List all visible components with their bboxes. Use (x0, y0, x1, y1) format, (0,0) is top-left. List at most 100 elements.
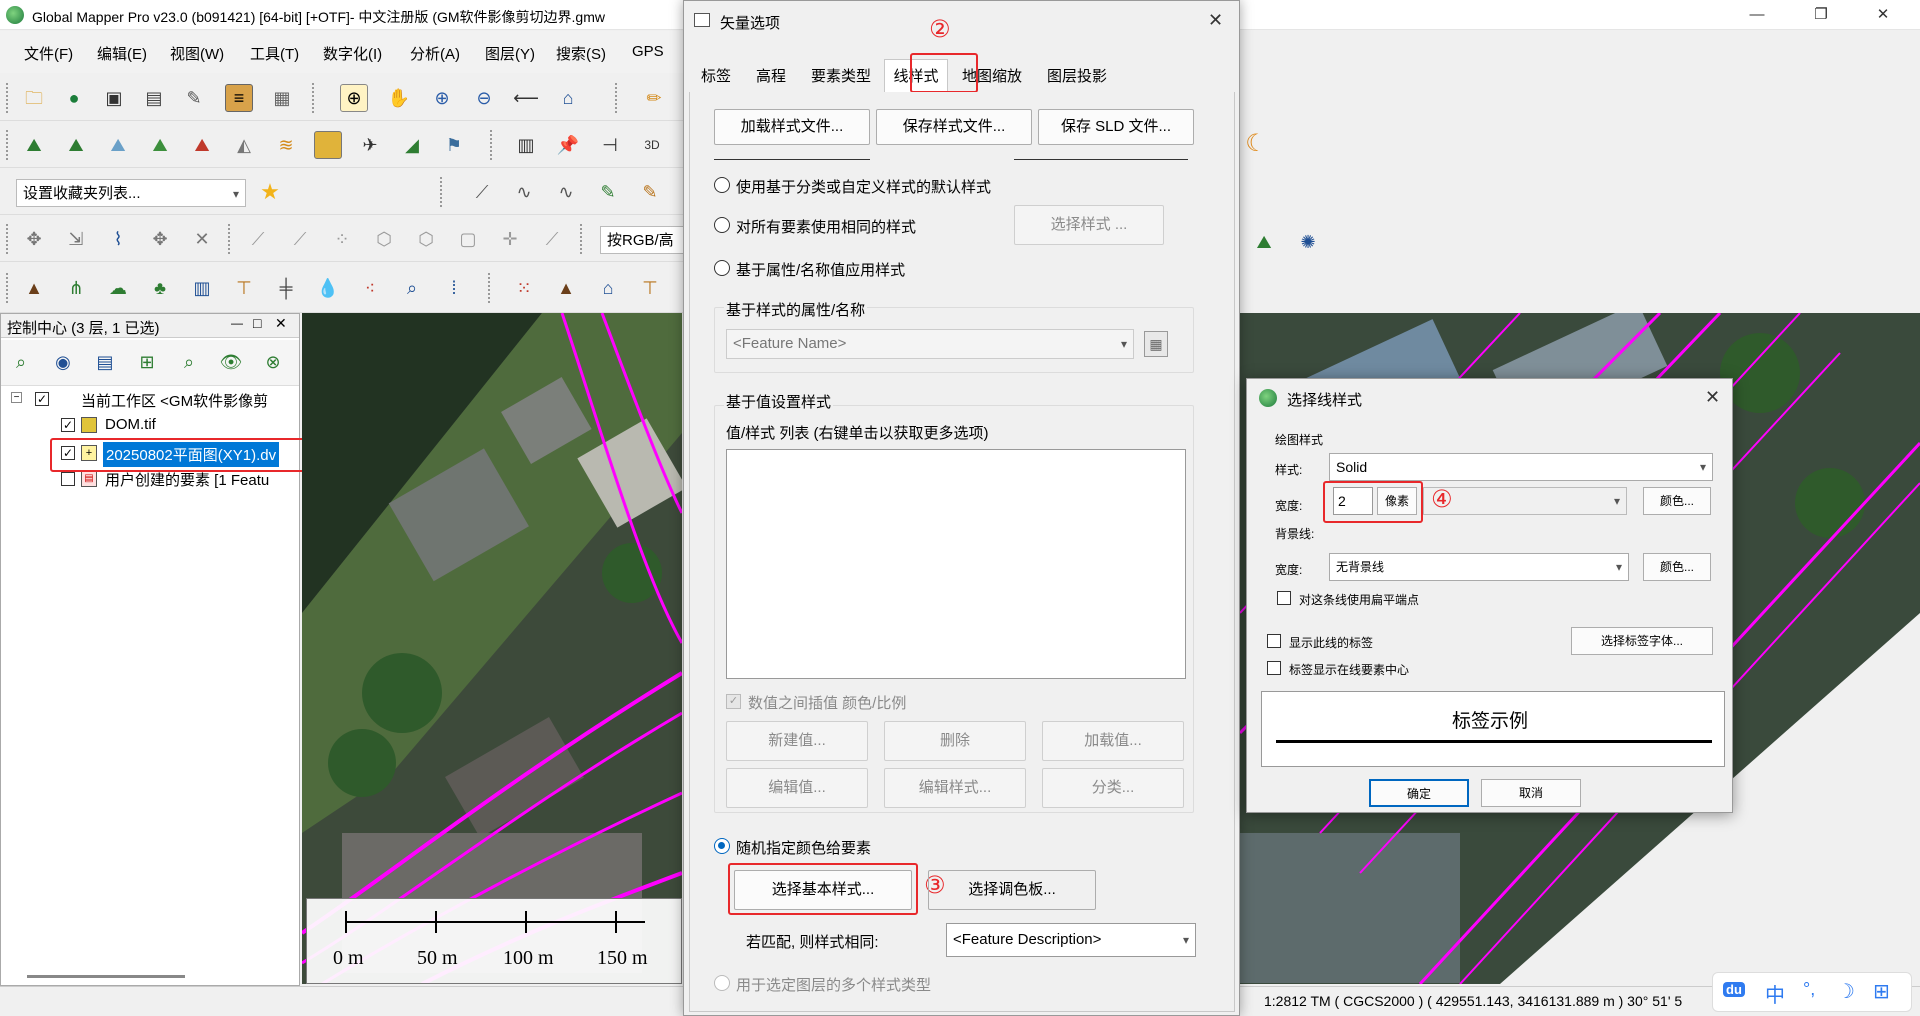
save-style-file-button[interactable]: 保存样式文件... (876, 109, 1032, 145)
user-features-checkbox[interactable] (61, 472, 75, 486)
network-icon[interactable]: ✺ (1294, 228, 1322, 256)
ime-chinese-mode[interactable]: 中 (1765, 979, 1785, 1008)
overlay-icon[interactable]: ▦ (268, 84, 296, 112)
map-view[interactable]: 0 m 50 m 100 m 150 m (302, 313, 682, 984)
crosshair-icon[interactable]: ✛ (496, 225, 524, 253)
grass-icon[interactable]: ⋔ (62, 274, 90, 302)
pan-hand-icon[interactable]: ✋ (385, 84, 413, 112)
person-terrain-icon[interactable]: ⚑ (440, 131, 468, 159)
globe-icon[interactable]: ● (60, 84, 88, 112)
value-style-list[interactable] (726, 449, 1186, 679)
path-icon[interactable]: ✈ (356, 131, 384, 159)
terrain-color-icon[interactable]: ⛰ (188, 131, 216, 159)
pencil-icon[interactable]: ✏ (640, 84, 668, 112)
bg-color-button[interactable]: 颜色... (1643, 553, 1711, 581)
save-icon[interactable]: ▣ (100, 84, 128, 112)
pin-icon[interactable]: 📌 (554, 131, 582, 159)
tree-collapse-icon[interactable]: − (11, 392, 22, 403)
label-center-checkbox[interactable] (1267, 661, 1281, 675)
3d-view-icon[interactable]: 3D (638, 131, 666, 159)
raster-icon[interactable] (314, 131, 342, 159)
minimize-button[interactable]: — (1734, 0, 1780, 30)
digitize-curve-icon[interactable]: ∿ (510, 178, 538, 206)
digitize-line-icon[interactable]: ⟋ (468, 178, 496, 206)
menu-file[interactable]: 文件(F) (24, 43, 73, 64)
tab-layer-projection[interactable]: 图层投影 (1034, 59, 1120, 93)
delete-button[interactable]: 删除 (884, 721, 1026, 761)
snap-sq-icon[interactable]: ▢ (454, 225, 482, 253)
layer-find-icon[interactable]: ⌕ (175, 348, 203, 376)
layer-remove-icon[interactable]: ⊗ (259, 348, 287, 376)
move-vertex-icon[interactable]: ✥ (20, 225, 48, 253)
new-value-button[interactable]: 新建值... (726, 721, 868, 761)
mountain-icon[interactable]: ▲ (20, 274, 48, 302)
radio-random-color[interactable] (714, 838, 730, 854)
power-line-icon[interactable]: ╪ (272, 274, 300, 302)
menu-layer[interactable]: 图层(Y) (485, 43, 535, 64)
dialog-close-button[interactable]: ✕ (1208, 10, 1223, 31)
layer-view-icon[interactable]: 👁 (217, 348, 245, 376)
tab-elevation[interactable]: 高程 (742, 59, 800, 93)
workspace-checkbox[interactable]: ✓ (35, 392, 49, 406)
label-font-button[interactable]: 选择标签字体... (1571, 627, 1713, 655)
terrain-green-icon[interactable]: ⛰ (146, 131, 174, 159)
zoom-out-icon[interactable]: ⊖ (470, 84, 498, 112)
move-icon[interactable]: ✥ (146, 225, 174, 253)
building-icon[interactable]: ▥ (188, 274, 216, 302)
digitize-edit-icon[interactable]: ✎ (594, 178, 622, 206)
snap-poly-icon[interactable]: ⬡ (370, 225, 398, 253)
edit-value-button[interactable]: 编辑值... (726, 768, 868, 808)
tree-row-workspace[interactable]: − ✓ 当前工作区 <GM软件影像剪 (1, 388, 299, 412)
digitize-curve2-icon[interactable]: ∿ (552, 178, 580, 206)
menu-digitize[interactable]: 数字化(I) (323, 43, 382, 64)
select-style-button[interactable]: 选择样式 ... (1014, 205, 1164, 245)
terrain-flat-icon[interactable]: ⛰ (104, 131, 132, 159)
tree-row-dom[interactable]: ✓ DOM.tif (1, 414, 299, 438)
grid-dots-icon[interactable]: ⁞ (440, 274, 468, 302)
layers-icon[interactable]: ≡ (225, 84, 253, 112)
menu-analysis[interactable]: 分析(A) (410, 43, 460, 64)
layer-add-icon[interactable]: ⊞ (133, 348, 161, 376)
pin-panel-icon[interactable]: — (231, 316, 243, 330)
scatter-icon[interactable]: ⁙ (510, 274, 538, 302)
line-style-close-button[interactable]: ✕ (1705, 387, 1720, 408)
menu-search[interactable]: 搜索(S) (556, 43, 606, 64)
house-icon[interactable]: ⌂ (594, 274, 622, 302)
match-select[interactable]: <Feature Description> ▾ (946, 923, 1196, 957)
calculator-icon[interactable]: ▦ (1144, 331, 1168, 357)
ok-button[interactable]: 确定 (1369, 779, 1469, 807)
load-style-file-button[interactable]: 加载样式文件... (714, 109, 870, 145)
ime-punct-mode[interactable]: °, (1803, 979, 1815, 1000)
interp-checkbox[interactable]: ✓ (726, 694, 741, 709)
back-arrow-icon[interactable]: ⟵ (512, 84, 540, 112)
home-icon[interactable]: ⌂ (554, 84, 582, 112)
dom-checkbox[interactable]: ✓ (61, 418, 75, 432)
profile-icon[interactable]: ◢ (398, 131, 426, 159)
load-values-button[interactable]: 加载值... (1042, 721, 1184, 761)
road-icon[interactable]: ⌕ (398, 274, 426, 302)
wrench-icon[interactable]: ✎ (180, 84, 208, 112)
star-icon[interactable]: ★ (256, 178, 284, 206)
panel-icon[interactable]: ▥ (512, 131, 540, 159)
tower2-icon[interactable]: ⊤ (636, 274, 664, 302)
bg-line-select[interactable]: 无背景线 ▾ (1329, 553, 1629, 581)
menu-edit[interactable]: 编辑(E) (97, 43, 147, 64)
horizontal-scrollbar[interactable] (27, 975, 185, 978)
layer-table-icon[interactable]: ▤ (91, 348, 119, 376)
open-folder-icon[interactable]: 🗀 (20, 84, 48, 112)
zoom-in-icon[interactable]: ⊕ (428, 84, 456, 112)
slope-icon[interactable]: ◭ (230, 131, 258, 159)
reshape-icon[interactable]: ⌇ (104, 225, 132, 253)
maximize-panel-icon[interactable]: □ (253, 315, 261, 331)
radio-default-style[interactable] (714, 177, 730, 193)
zoom-select-icon[interactable]: ⊕ (340, 84, 368, 112)
close-window-button[interactable]: ✕ (1860, 0, 1906, 30)
split-view-icon[interactable]: ⊣ (596, 131, 624, 159)
menu-view[interactable]: 视图(W) (170, 43, 224, 64)
tab-feature-type[interactable]: 要素类型 (800, 59, 882, 93)
width-select[interactable]: ▾ (1423, 487, 1627, 515)
tree-icon[interactable]: ♣ (146, 274, 174, 302)
ime-grid-icon[interactable]: ⊞ (1873, 979, 1890, 1004)
bush-icon[interactable]: ☁ (104, 274, 132, 302)
rgb-select[interactable]: 按RGB/高 (600, 226, 688, 254)
